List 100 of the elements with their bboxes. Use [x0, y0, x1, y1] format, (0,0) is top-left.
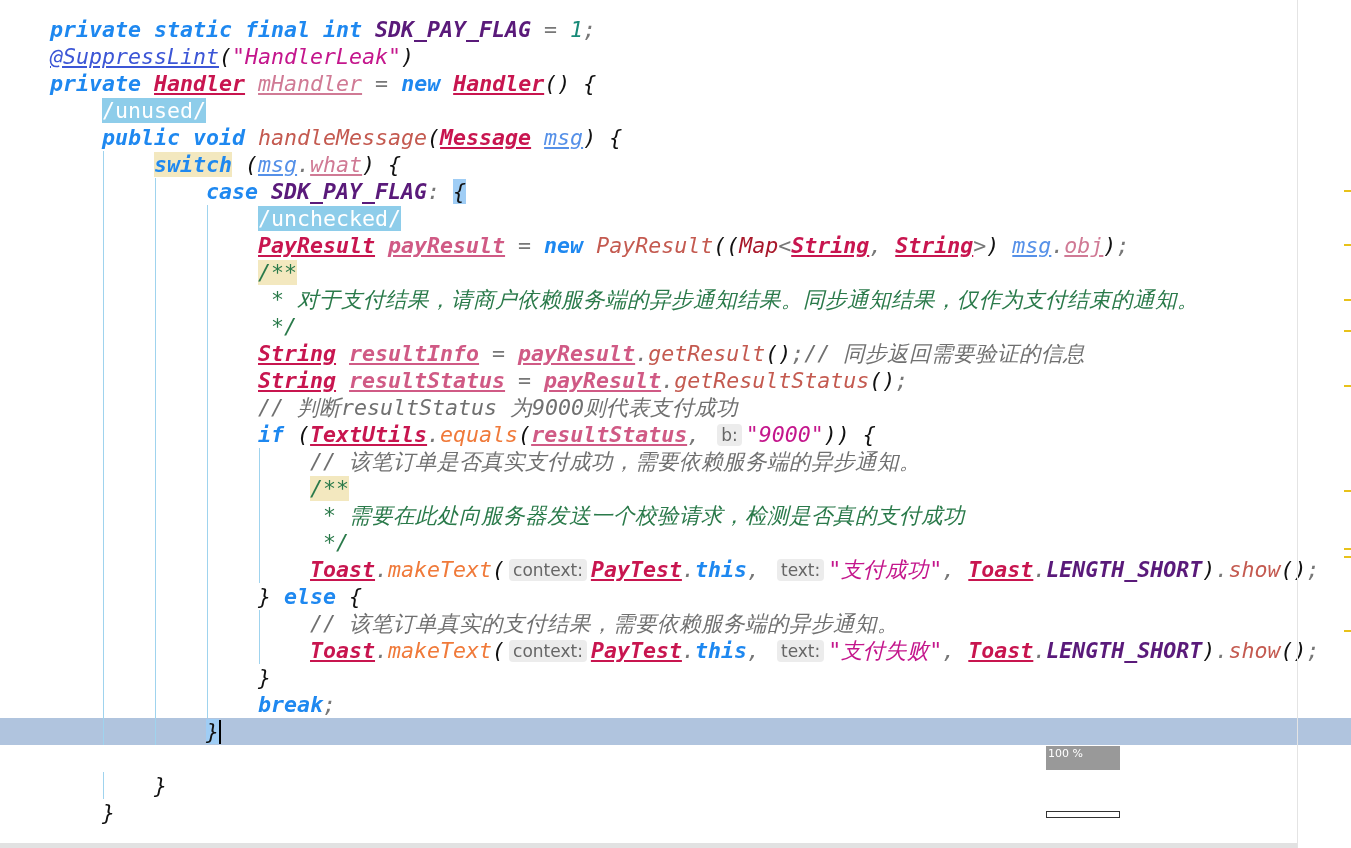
operator: = — [492, 341, 506, 366]
constant-name: SDK_PAY_FLAG — [271, 179, 428, 204]
type-name: TextUtils — [310, 422, 428, 447]
operator: . — [1215, 638, 1229, 663]
operator: . — [297, 152, 311, 177]
keyword: case — [206, 179, 259, 204]
punctuation: ( — [297, 422, 311, 447]
operator: = — [544, 17, 558, 42]
operator: ; — [895, 368, 909, 393]
doc-comment: /** — [310, 476, 350, 501]
punctuation: ) — [401, 44, 415, 69]
punctuation: } — [258, 584, 272, 609]
doc-comment: * 需要在此处向服务器发送一个校验请求，检测是否真的支付成功 — [323, 502, 966, 530]
horizontal-scrollbar[interactable] — [0, 843, 1297, 848]
operator: ; — [1306, 557, 1320, 582]
method-name: getResult — [648, 341, 766, 366]
operator: = — [375, 71, 389, 96]
string-literal: "支付成功" — [828, 556, 943, 584]
field-name: obj — [1064, 233, 1104, 258]
operator: , — [942, 638, 956, 663]
method-name: PayResult — [596, 233, 714, 258]
method-name: equals — [440, 422, 519, 447]
string-literal: "支付失败" — [828, 637, 943, 665]
type-name: String — [258, 341, 337, 366]
class-name: Map — [739, 233, 779, 258]
punctuation: { — [349, 584, 363, 609]
marker-stripe[interactable] — [1344, 490, 1351, 492]
constant-name: LENGTH_SHORT — [1046, 638, 1203, 663]
keyword: new — [401, 71, 441, 96]
operator: = — [518, 368, 532, 393]
parameter-name: msg — [258, 152, 298, 177]
punctuation: ( — [492, 638, 506, 663]
punctuation: ) — [986, 233, 1000, 258]
constant-name: LENGTH_SHORT — [1046, 557, 1203, 582]
marker-stripe[interactable] — [1344, 299, 1351, 301]
doc-comment: * 对于支付结果，请商户依赖服务端的异步通知结果。同步通知结果，仅作为支付结束的通知。 — [271, 286, 1200, 314]
operator: > — [973, 233, 987, 258]
comment: // 该笔订单真实的支付结果，需要依赖服务端的异步通知。 — [310, 610, 900, 638]
operator: . — [427, 422, 441, 447]
punctuation: () — [1280, 638, 1307, 663]
keyword: public void — [102, 125, 246, 150]
field-name: mHandler — [258, 71, 363, 96]
punctuation: ( — [245, 152, 259, 177]
punctuation: )) { — [823, 422, 876, 447]
doc-comment: /** — [258, 260, 298, 285]
variable-name: payResult — [544, 368, 662, 393]
marker-stripe[interactable] — [1344, 244, 1351, 246]
comment: // 同步返回需要验证的信息 — [804, 340, 1086, 368]
operator: = — [518, 233, 532, 258]
operator: : — [427, 179, 441, 204]
punctuation: } — [258, 665, 272, 690]
operator: . — [1051, 233, 1065, 258]
marker-stripe[interactable] — [1344, 190, 1351, 192]
punctuation: () — [869, 368, 896, 393]
operator: . — [1215, 557, 1229, 582]
method-name: getResultStatus — [674, 368, 870, 393]
punctuation: () — [1280, 557, 1307, 582]
string-literal: "HandlerLeak" — [232, 44, 402, 69]
operator: , — [869, 233, 883, 258]
keyword: private static final int — [50, 17, 362, 42]
operator: , — [687, 422, 701, 447]
inspection-tag: /unchecked/ — [258, 206, 402, 231]
punctuation: () { — [544, 71, 597, 96]
keyword: this — [694, 557, 747, 582]
zoom-indicator: 100 % — [1046, 746, 1120, 770]
type-name: PayTest — [590, 638, 682, 663]
operator: . — [1033, 557, 1047, 582]
inspection-tag: /unused/ — [102, 98, 207, 123]
variable-name: resultInfo — [349, 341, 480, 366]
constant-name: SDK_PAY_FLAG — [375, 17, 532, 42]
type-name: Toast — [968, 557, 1034, 582]
punctuation: ) { — [583, 125, 623, 150]
marker-stripe[interactable] — [1344, 330, 1351, 332]
method-name: makeText — [388, 557, 493, 582]
parameter-hint: context: — [509, 639, 587, 662]
method-name: handleMessage — [258, 125, 428, 150]
punctuation: ) — [1103, 233, 1117, 258]
type-name: Message — [440, 125, 532, 150]
operator: , — [746, 638, 760, 663]
punctuation: ) — [1202, 557, 1216, 582]
type-name: String — [258, 368, 337, 393]
keyword: else — [284, 584, 337, 609]
parameter-name: msg — [544, 125, 584, 150]
operator: . — [375, 638, 389, 663]
punctuation: } — [154, 773, 168, 798]
type-name: String — [895, 233, 974, 258]
punctuation: ) { — [362, 152, 402, 177]
operator: ; — [791, 341, 805, 366]
operator: . — [635, 341, 649, 366]
marker-stripe[interactable] — [1344, 385, 1351, 387]
operator: , — [942, 557, 956, 582]
type-name: PayTest — [590, 557, 682, 582]
marker-stripe[interactable] — [1344, 630, 1351, 632]
variable-name: resultStatus — [531, 422, 688, 447]
operator: . — [681, 638, 695, 663]
type-name: Toast — [968, 638, 1034, 663]
keyword: switch — [154, 152, 233, 177]
keyword: new — [544, 233, 584, 258]
number-literal: 1 — [570, 17, 584, 42]
punctuation: ( — [518, 422, 532, 447]
